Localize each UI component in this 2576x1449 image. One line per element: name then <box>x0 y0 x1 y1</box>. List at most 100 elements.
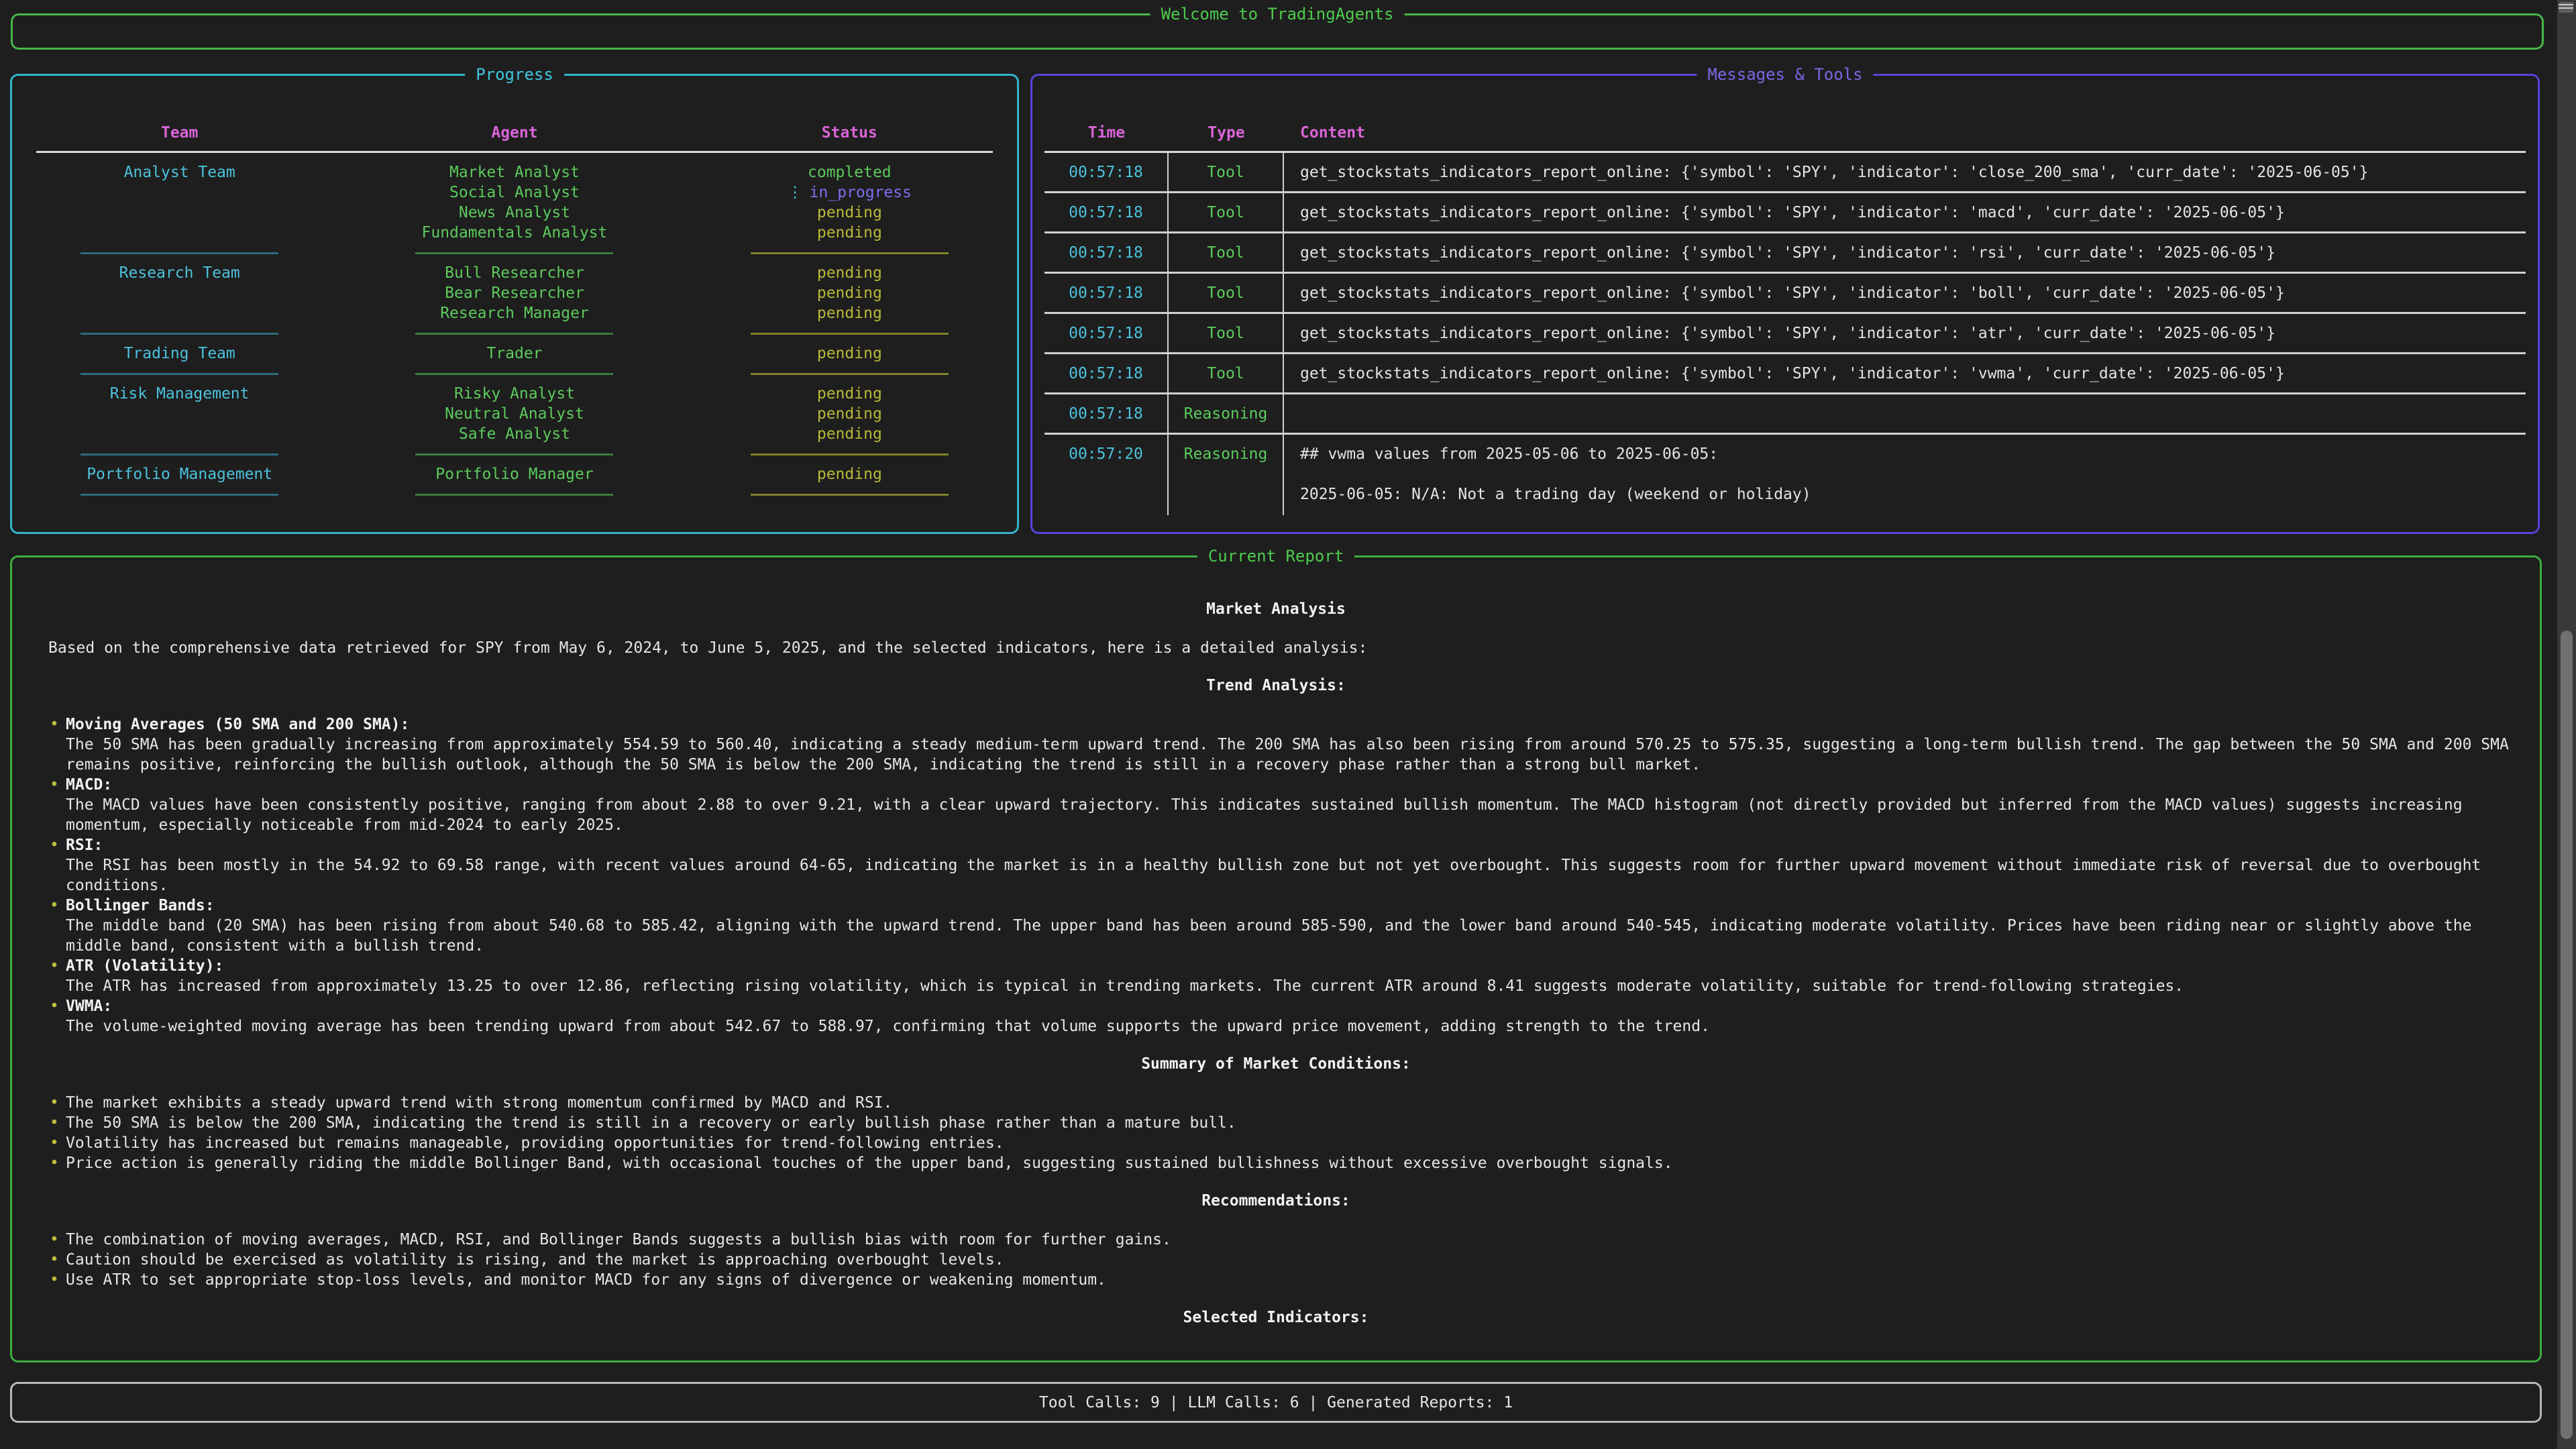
group-separator <box>12 484 1017 504</box>
message-time: 00:57:18 <box>1044 233 1169 272</box>
messages-panel-title: Messages & Tools <box>1697 64 1873 85</box>
stats-text: Tool Calls: 9 | LLM Calls: 6 | Generated… <box>1039 1393 1513 1413</box>
scrollbar-menu-button[interactable] <box>2559 2 2573 13</box>
table-row: Neutral Analyst pending <box>12 404 1017 424</box>
message-time: 00:57:20 <box>1044 435 1169 515</box>
group-separator <box>12 243 1017 263</box>
team-name: Research Team <box>12 263 347 283</box>
status-badge: pending <box>682 283 1017 303</box>
bullet-term: RSI: <box>66 835 2524 855</box>
bullet-term: ATR (Volatility): <box>66 956 2524 976</box>
message-row: 00:57:18 Tool get_stockstats_indicators_… <box>1044 312 2526 352</box>
list-item: Caution should be exercised as volatilit… <box>66 1250 2524 1270</box>
table-row: News Analyst pending <box>12 203 1017 223</box>
status-badge: pending <box>682 203 1017 223</box>
message-content: get_stockstats_indicators_report_online:… <box>1284 153 2526 191</box>
bullet-text: Use ATR to set appropriate stop-loss lev… <box>66 1270 2524 1290</box>
status-badge: pending <box>682 404 1017 424</box>
message-time: 00:57:18 <box>1044 394 1169 433</box>
report-panel-title: Current Report <box>1197 545 1354 567</box>
message-content-line: ## vwma values from 2025-05-06 to 2025-0… <box>1300 444 2526 464</box>
list-item: MACD: The MACD values have been consiste… <box>66 775 2524 835</box>
table-row: Research Manager pending <box>12 303 1017 323</box>
list-item: ATR (Volatility): The ATR has increased … <box>66 956 2524 996</box>
group-separator <box>12 444 1017 464</box>
team-name: Portfolio Management <box>12 464 347 484</box>
message-type: Tool <box>1169 274 1284 312</box>
column-header-time: Time <box>1044 123 1169 143</box>
message-type: Reasoning <box>1169 435 1284 515</box>
table-row: Risk Management Risky Analyst pending <box>12 384 1017 404</box>
list-item: The combination of moving averages, MACD… <box>66 1230 2524 1250</box>
message-time: 00:57:18 <box>1044 274 1169 312</box>
message-time: 00:57:18 <box>1044 193 1169 231</box>
team-name: Trading Team <box>12 343 347 364</box>
progress-table-header: Team Agent Status <box>12 123 1017 143</box>
report-body: Market Analysis Based on the comprehensi… <box>12 557 2540 1328</box>
group-separator <box>12 364 1017 384</box>
agent-name: Portfolio Manager <box>347 464 682 484</box>
trend-analysis-list: Moving Averages (50 SMA and 200 SMA): Th… <box>28 714 2524 1036</box>
bullet-text: The combination of moving averages, MACD… <box>66 1230 2524 1250</box>
progress-table: Team Agent Status Analyst Team Market An… <box>12 123 1017 504</box>
bullet-text: The middle band (20 SMA) has been rising… <box>66 916 2524 956</box>
message-content-line: 2025-06-05: N/A: Not a trading day (week… <box>1300 484 2526 504</box>
bullet-term: MACD: <box>66 775 2524 795</box>
list-item: Bollinger Bands: The middle band (20 SMA… <box>66 896 2524 956</box>
table-row: Fundamentals Analyst pending <box>12 223 1017 243</box>
status-badge: pending <box>682 464 1017 484</box>
message-type: Tool <box>1169 193 1284 231</box>
message-time: 00:57:18 <box>1044 153 1169 191</box>
agent-name: Risky Analyst <box>347 384 682 404</box>
message-type: Tool <box>1169 354 1284 392</box>
status-badge: pending <box>682 223 1017 243</box>
list-item: Moving Averages (50 SMA and 200 SMA): Th… <box>66 714 2524 775</box>
team-name: Risk Management <box>12 384 347 404</box>
messages-table: Time Type Content 00:57:18 Tool get_stoc… <box>1044 123 2526 515</box>
column-header-status: Status <box>682 123 1017 143</box>
list-item: RSI: The RSI has been mostly in the 54.9… <box>66 835 2524 896</box>
section-heading: Recommendations: <box>28 1191 2524 1211</box>
messages-table-header: Time Type Content <box>1044 123 2526 143</box>
message-row: 00:57:18 Tool get_stockstats_indicators_… <box>1044 191 2526 231</box>
list-item: Price action is generally riding the mid… <box>66 1153 2524 1173</box>
progress-panel-title: Progress <box>465 64 564 85</box>
list-item: Volatility has increased but remains man… <box>66 1133 2524 1153</box>
column-header-type: Type <box>1169 123 1284 143</box>
bullet-text: The 50 SMA is below the 200 SMA, indicat… <box>66 1113 2524 1133</box>
message-row: 00:57:18 Tool get_stockstats_indicators_… <box>1044 153 2526 191</box>
message-time: 00:57:18 <box>1044 354 1169 392</box>
progress-panel: Progress Team Agent Status Analyst Team … <box>10 74 1019 534</box>
spinner-icon: ⋮ <box>788 184 803 201</box>
message-content <box>1284 394 2526 433</box>
status-badge: pending <box>682 263 1017 283</box>
message-row: 00:57:18 Tool get_stockstats_indicators_… <box>1044 352 2526 392</box>
column-header-content: Content <box>1284 123 2526 143</box>
messages-tools-panel: Messages & Tools Time Type Content 00:57… <box>1030 74 2540 534</box>
agent-name: Bear Researcher <box>347 283 682 303</box>
report-heading: Market Analysis <box>28 599 2524 619</box>
group-separator <box>12 323 1017 343</box>
message-content: get_stockstats_indicators_report_online:… <box>1284 354 2526 392</box>
scrollbar-thumb[interactable] <box>2561 631 2573 1439</box>
table-row: Bear Researcher pending <box>12 283 1017 303</box>
recommendations-list: The combination of moving averages, MACD… <box>28 1230 2524 1290</box>
list-item: The 50 SMA is below the 200 SMA, indicat… <box>66 1113 2524 1133</box>
bullet-text: The ATR has increased from approximately… <box>66 976 2524 996</box>
summary-list: The market exhibits a steady upward tren… <box>28 1093 2524 1173</box>
column-header-agent: Agent <box>347 123 682 143</box>
bullet-term: Moving Averages (50 SMA and 200 SMA): <box>66 714 2524 735</box>
status-badge: pending <box>682 343 1017 364</box>
message-content: ## vwma values from 2025-05-06 to 2025-0… <box>1284 435 2526 515</box>
stats-bar: Tool Calls: 9 | LLM Calls: 6 | Generated… <box>10 1382 2542 1423</box>
bullet-text: The volume-weighted moving average has b… <box>66 1016 2524 1036</box>
agent-name: Social Analyst <box>347 182 682 203</box>
bullet-text: Price action is generally riding the mid… <box>66 1153 2524 1173</box>
table-row: Trading Team Trader pending <box>12 343 1017 364</box>
report-intro: Based on the comprehensive data retrieve… <box>48 638 2524 658</box>
list-item: The market exhibits a steady upward tren… <box>66 1093 2524 1113</box>
message-type: Reasoning <box>1169 394 1284 433</box>
table-row: Research Team Bull Researcher pending <box>12 263 1017 283</box>
header-separator <box>36 151 993 153</box>
agent-name: Safe Analyst <box>347 424 682 444</box>
